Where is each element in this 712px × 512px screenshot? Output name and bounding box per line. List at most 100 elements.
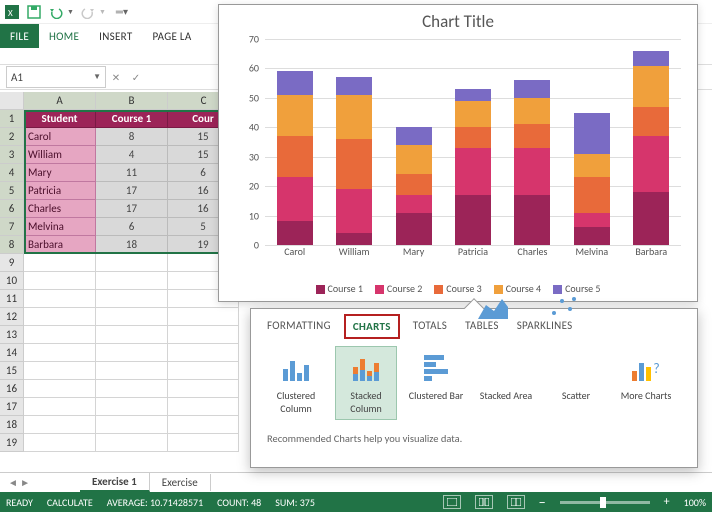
row-header[interactable]: 12 [0, 308, 24, 326]
cell-empty[interactable] [96, 380, 168, 398]
cell-empty[interactable] [24, 434, 96, 452]
row-header[interactable]: 4 [0, 164, 24, 182]
qa-item-scatter[interactable]: Scatter [545, 346, 607, 420]
cell-student[interactable]: Carol [24, 128, 96, 146]
column-header[interactable]: A [24, 92, 96, 110]
column-header[interactable]: B [96, 92, 168, 110]
cell-empty[interactable] [96, 362, 168, 380]
zoom-level[interactable]: 100% [684, 496, 706, 509]
select-all-corner[interactable] [0, 92, 24, 110]
redo-dropdown-icon[interactable]: ▼ [99, 7, 106, 16]
row-header[interactable]: 7 [0, 218, 24, 236]
cell-empty[interactable] [24, 272, 96, 290]
cell-empty[interactable] [168, 326, 239, 344]
cell-value[interactable]: 6 [96, 218, 168, 236]
table-header[interactable]: Student [24, 110, 96, 128]
row-header[interactable]: 15 [0, 362, 24, 380]
qa-tab-charts[interactable]: CHARTS [349, 319, 395, 334]
cell-empty[interactable] [24, 416, 96, 434]
tab-home[interactable]: HOME [39, 24, 89, 48]
cell-value[interactable]: 8 [96, 128, 168, 146]
cell-empty[interactable] [168, 380, 239, 398]
cell-empty[interactable] [168, 434, 239, 452]
undo-dropdown-icon[interactable]: ▼ [67, 7, 74, 16]
cancel-formula-icon[interactable]: ✕ [106, 71, 126, 84]
cell-empty[interactable] [24, 344, 96, 362]
cell-value[interactable]: 17 [96, 200, 168, 218]
cell-student[interactable]: William [24, 146, 96, 164]
cell-empty[interactable] [96, 416, 168, 434]
row-header[interactable]: 17 [0, 398, 24, 416]
row-header[interactable]: 11 [0, 290, 24, 308]
zoom-in-icon[interactable]: + [664, 495, 670, 509]
cell-empty[interactable] [168, 308, 239, 326]
cell-value[interactable]: 11 [96, 164, 168, 182]
qa-item-stacked-column[interactable]: Stacked Column [335, 346, 397, 420]
row-header[interactable]: 13 [0, 326, 24, 344]
confirm-formula-icon[interactable]: ✓ [126, 71, 146, 84]
cell-empty[interactable] [24, 398, 96, 416]
cell-empty[interactable] [96, 254, 168, 272]
cell-value[interactable]: 17 [96, 182, 168, 200]
chevron-down-icon[interactable]: ▼ [93, 72, 101, 82]
qa-item-more-charts[interactable]: ? More Charts [615, 346, 677, 420]
qa-item-clustered-column[interactable]: Clustered Column [265, 346, 327, 420]
row-header[interactable]: 10 [0, 272, 24, 290]
cell-value[interactable]: 18 [96, 236, 168, 254]
name-box[interactable]: A1 ▼ [6, 66, 106, 88]
cell-empty[interactable] [96, 344, 168, 362]
status-calculate[interactable]: CALCULATE [47, 496, 93, 509]
cell-empty[interactable] [96, 398, 168, 416]
cell-empty[interactable] [24, 362, 96, 380]
cell-empty[interactable] [24, 254, 96, 272]
row-header[interactable]: 6 [0, 200, 24, 218]
cell-empty[interactable] [168, 362, 239, 380]
cell-empty[interactable] [168, 398, 239, 416]
qa-item-stacked-area[interactable]: Stacked Area [475, 346, 537, 420]
sheet-tab[interactable]: Exercise [150, 474, 211, 491]
undo-icon[interactable] [48, 4, 64, 20]
cell-empty[interactable] [168, 344, 239, 362]
tab-insert[interactable]: INSERT [89, 24, 142, 48]
cell-student[interactable]: Barbara [24, 236, 96, 254]
zoom-slider[interactable] [560, 501, 650, 504]
qat-customize-icon[interactable]: ═▾ [116, 5, 128, 18]
row-header[interactable]: 3 [0, 146, 24, 164]
row-header[interactable]: 16 [0, 380, 24, 398]
cell-empty[interactable] [96, 290, 168, 308]
cell-value[interactable]: 4 [96, 146, 168, 164]
cell-empty[interactable] [24, 326, 96, 344]
row-header[interactable]: 9 [0, 254, 24, 272]
cell-student[interactable]: Mary [24, 164, 96, 182]
row-header[interactable]: 8 [0, 236, 24, 254]
cell-empty[interactable] [24, 308, 96, 326]
cell-empty[interactable] [24, 290, 96, 308]
cell-empty[interactable] [96, 308, 168, 326]
redo-icon[interactable] [80, 4, 96, 20]
cell-student[interactable]: Melvina [24, 218, 96, 236]
view-pagebreak-icon[interactable] [507, 495, 525, 509]
row-header[interactable]: 19 [0, 434, 24, 452]
row-header[interactable]: 5 [0, 182, 24, 200]
cell-empty[interactable] [96, 326, 168, 344]
row-header[interactable]: 2 [0, 128, 24, 146]
cell-empty[interactable] [168, 416, 239, 434]
row-header[interactable]: 18 [0, 416, 24, 434]
tab-file[interactable]: FILE [0, 24, 39, 48]
cell-empty[interactable] [96, 434, 168, 452]
row-header[interactable]: 1 [0, 110, 24, 128]
qa-tab-totals[interactable]: TOTALS [413, 319, 447, 334]
sheet-nav[interactable]: ◄ ► [8, 476, 30, 489]
tab-pagelayout[interactable]: PAGE LA [142, 24, 201, 48]
zoom-out-icon[interactable]: − [539, 494, 546, 511]
save-icon[interactable] [26, 4, 42, 20]
qa-item-clustered-bar[interactable]: Clustered Bar [405, 346, 467, 420]
cell-empty[interactable] [24, 380, 96, 398]
cell-empty[interactable] [96, 272, 168, 290]
row-header[interactable]: 14 [0, 344, 24, 362]
sheet-tab[interactable]: Exercise 1 [80, 473, 150, 492]
qa-tab-formatting[interactable]: FORMATTING [267, 319, 331, 334]
cell-student[interactable]: Charles [24, 200, 96, 218]
view-pagelayout-icon[interactable] [475, 495, 493, 509]
table-header[interactable]: Course 1 [96, 110, 168, 128]
